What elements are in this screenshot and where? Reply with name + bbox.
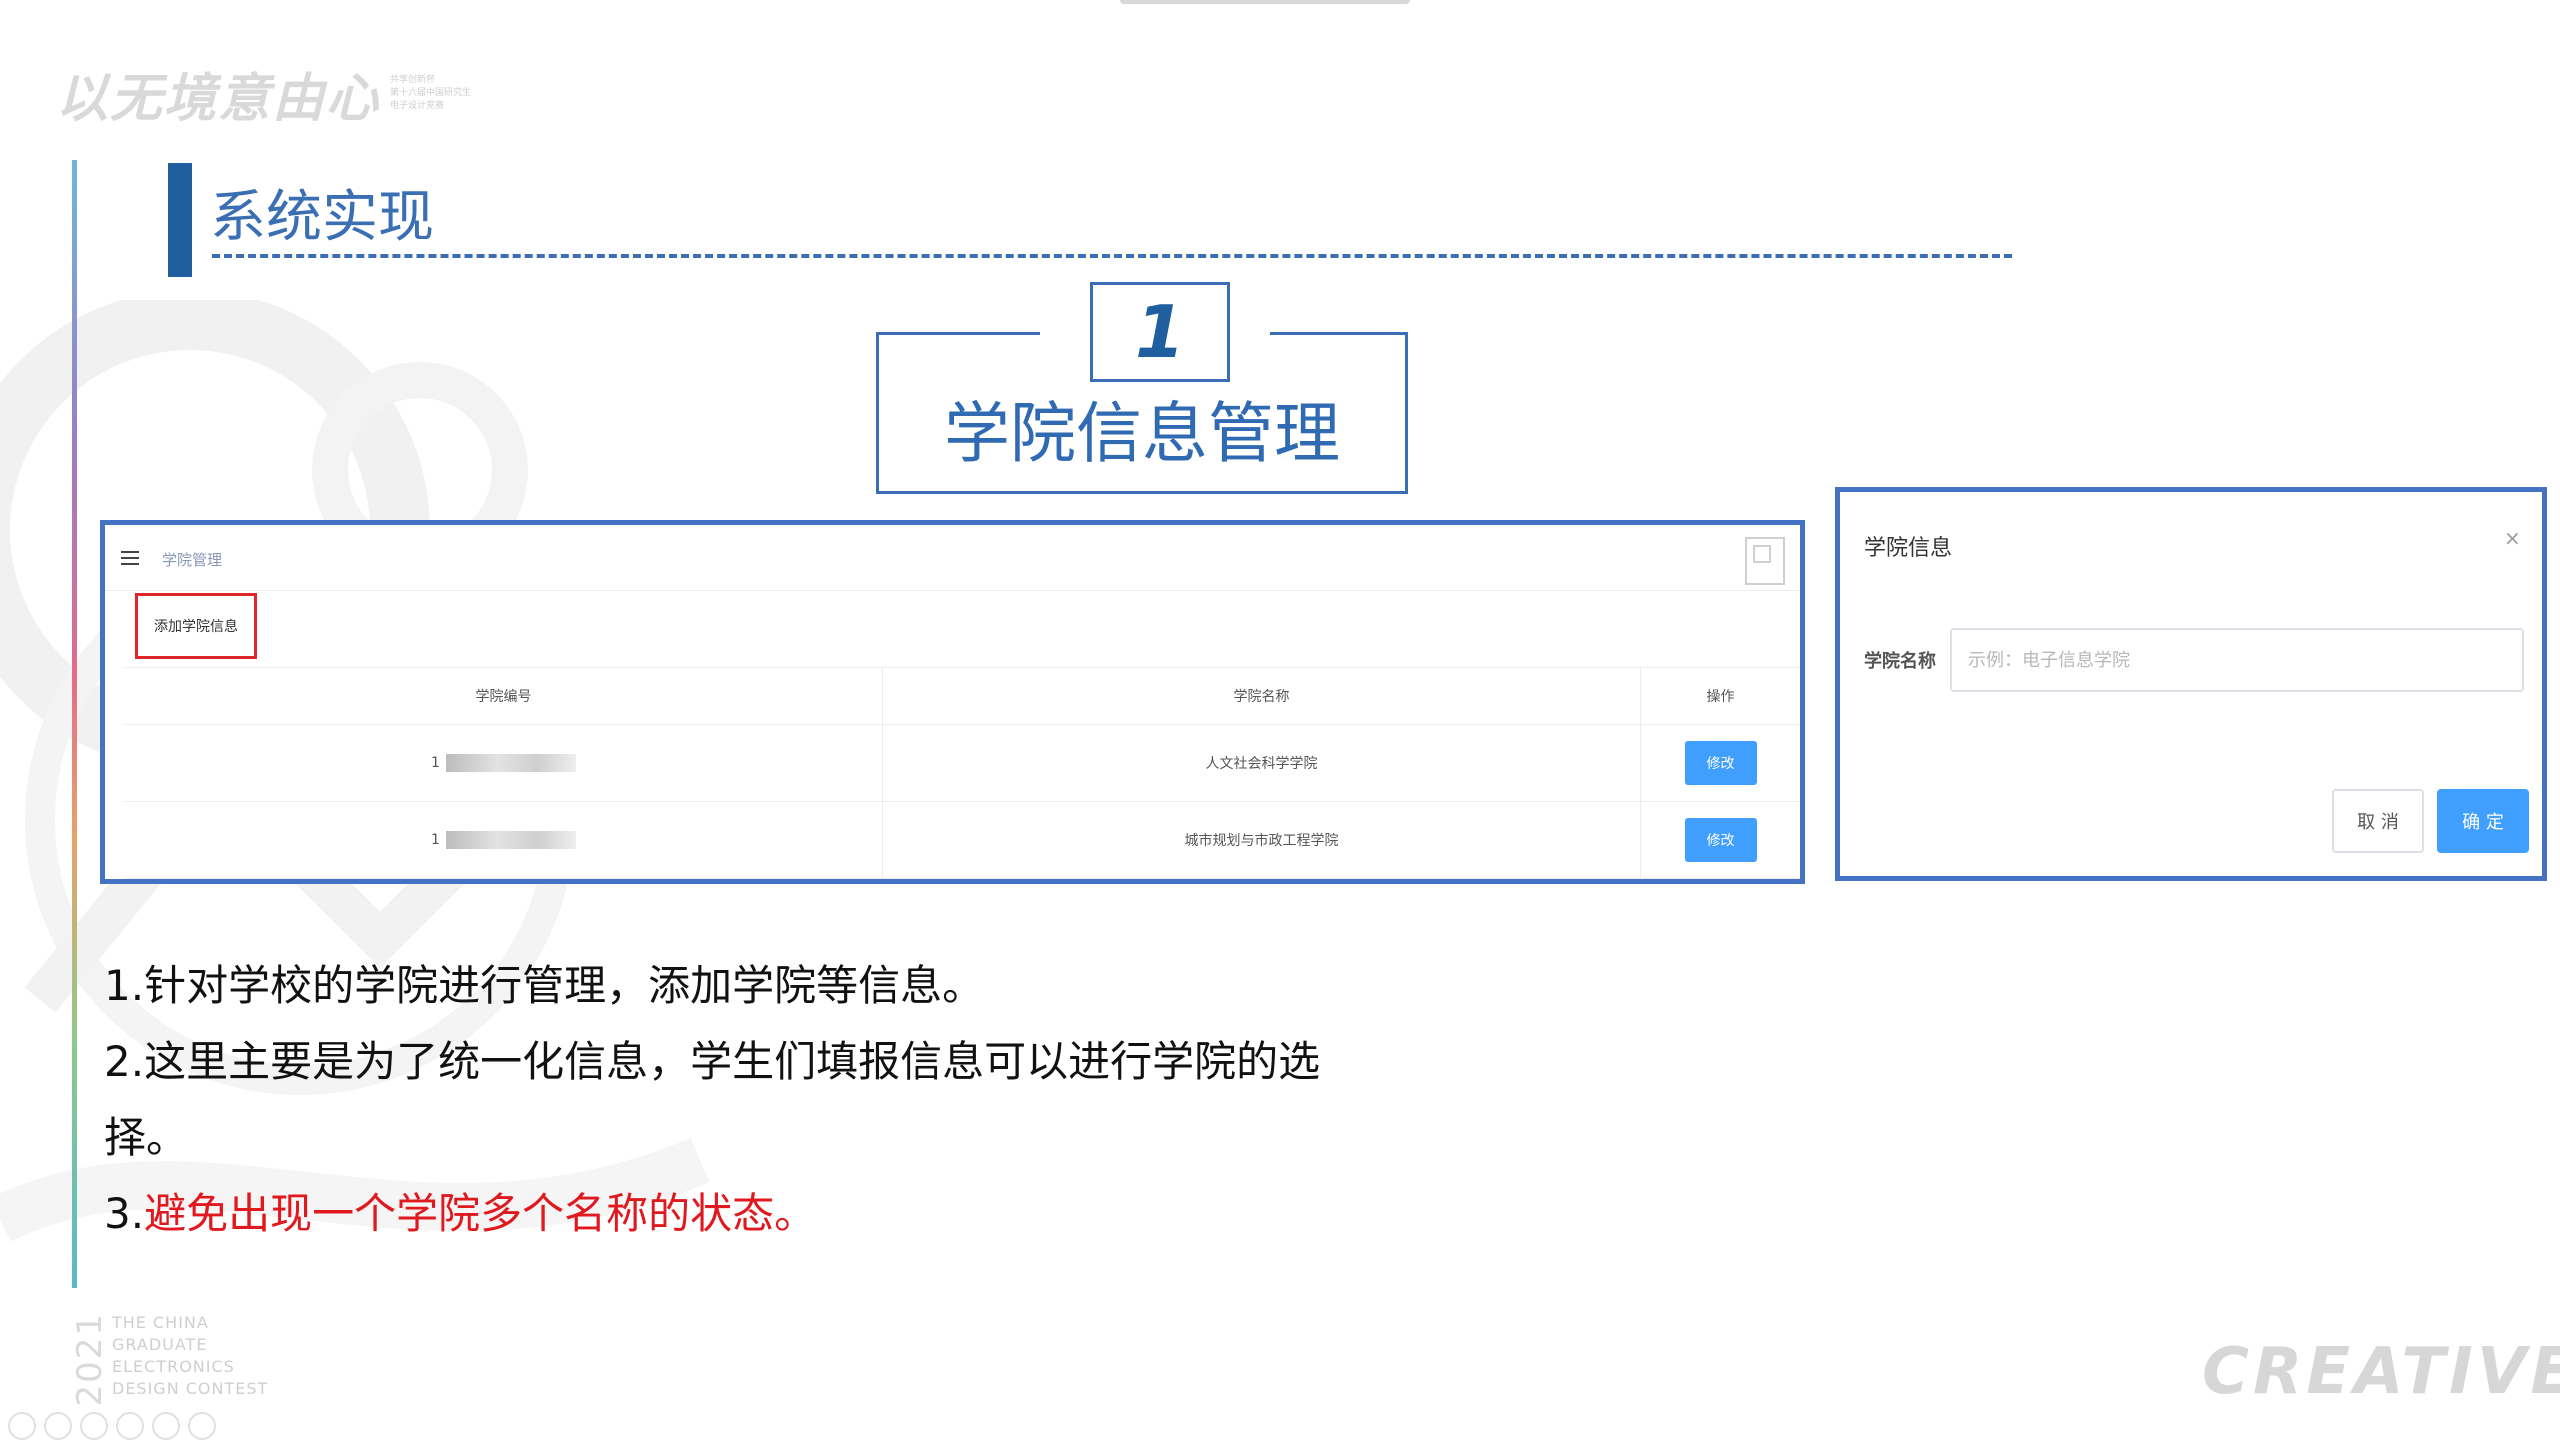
next-icon[interactable] <box>44 1412 72 1440</box>
creative-watermark: CREATIVE <box>2202 1335 2560 1409</box>
confirm-button[interactable]: 确 定 <box>2437 789 2529 853</box>
slideshow-controls <box>8 1412 216 1440</box>
description-line-1: 1.针对学校的学院进行管理，添加学院等信息。 <box>104 961 985 1010</box>
action-cell: 修改 <box>1641 725 1800 801</box>
line-3-highlight: 避免出现一个学院多个名称的状态。 <box>144 1189 817 1238</box>
section-divider <box>212 254 2012 258</box>
college-table: 学院编号 学院名称 操作 1 人文社会科学学院 修改 1 城市规划与市政工程学院… <box>125 667 1800 879</box>
college-id-prefix: 1 <box>431 832 440 848</box>
left-gradient-rule <box>72 160 77 1288</box>
list-header-bar: 学院管理 <box>105 525 1800 591</box>
section-marker-bar <box>168 163 192 277</box>
college-name-cell: 人文社会科学学院 <box>883 725 1641 801</box>
table-header-row: 学院编号 学院名称 操作 <box>125 667 1800 725</box>
college-name-label: 学院名称 <box>1864 651 1936 672</box>
redacted-id <box>445 754 576 772</box>
slide-top-tab <box>1120 0 1410 4</box>
description-line-3: 3.避免出现一个学院多个名称的状态。 <box>104 1176 1404 1252</box>
action-cell: 修改 <box>1641 802 1800 878</box>
previous-icon[interactable] <box>8 1412 36 1440</box>
section-title: 系统实现 <box>210 185 434 250</box>
column-header-action: 操作 <box>1706 689 1735 705</box>
feature-title: 学院信息管理 <box>944 395 1340 472</box>
edit-button[interactable]: 修改 <box>1684 741 1757 785</box>
logo-slogan: 以无境意由心 <box>56 69 381 129</box>
slides-icon[interactable] <box>116 1412 144 1440</box>
logo-subtitle: 共享创新杯 第十六届中国研究生 电子设计竞赛 <box>390 75 472 111</box>
menu-icon[interactable] <box>121 551 139 565</box>
pen-icon[interactable] <box>80 1412 108 1440</box>
college-name-input[interactable] <box>1950 628 2524 692</box>
footer-contest-name: THE CHINA GRADUATE ELECTRONICS DESIGN CO… <box>112 1313 269 1398</box>
description-line-2: 2.这里主要是为了统一化信息，学生们填报信息可以进行学院的选择。 <box>104 1037 1321 1162</box>
table-row: 1 人文社会科学学院 修改 <box>125 725 1800 802</box>
dialog-title: 学院信息 <box>1864 536 1953 561</box>
more-icon[interactable] <box>188 1412 216 1440</box>
redacted-id <box>445 831 576 849</box>
close-icon[interactable]: × <box>2504 526 2521 550</box>
column-header-id: 学院编号 <box>125 668 883 724</box>
breadcrumb[interactable]: 学院管理 <box>162 549 222 570</box>
table-row: 1 城市规划与市政工程学院 修改 <box>125 802 1800 879</box>
feature-number: 1 <box>1090 282 1230 382</box>
column-header-name: 学院名称 <box>883 668 1641 724</box>
add-college-button[interactable]: 添加学院信息 <box>135 593 257 659</box>
description: 1.针对学校的学院进行管理，添加学院等信息。 2.这里主要是为了统一化信息，学生… <box>104 948 1404 1252</box>
line-3-prefix: 3. <box>104 1189 145 1238</box>
edit-button[interactable]: 修改 <box>1684 818 1757 862</box>
college-id-prefix: 1 <box>431 755 440 771</box>
window-icon[interactable] <box>1745 537 1785 585</box>
footer-year: 2021 <box>70 1312 110 1407</box>
college-info-dialog: 学院信息 × 学院名称 取 消 确 定 <box>1835 487 2547 881</box>
cancel-button[interactable]: 取 消 <box>2332 789 2424 853</box>
event-logo: 以无境意由心 共享创新杯 第十六届中国研究生 电子设计竞赛 <box>56 56 471 131</box>
zoom-icon[interactable] <box>152 1412 180 1440</box>
college-list-screenshot: 学院管理 添加学院信息 学院编号 学院名称 操作 1 人文社会科学学院 修改 1… <box>100 520 1805 884</box>
college-id-cell: 1 <box>125 725 883 801</box>
college-id-cell: 1 <box>125 802 883 878</box>
college-name-cell: 城市规划与市政工程学院 <box>883 802 1641 878</box>
